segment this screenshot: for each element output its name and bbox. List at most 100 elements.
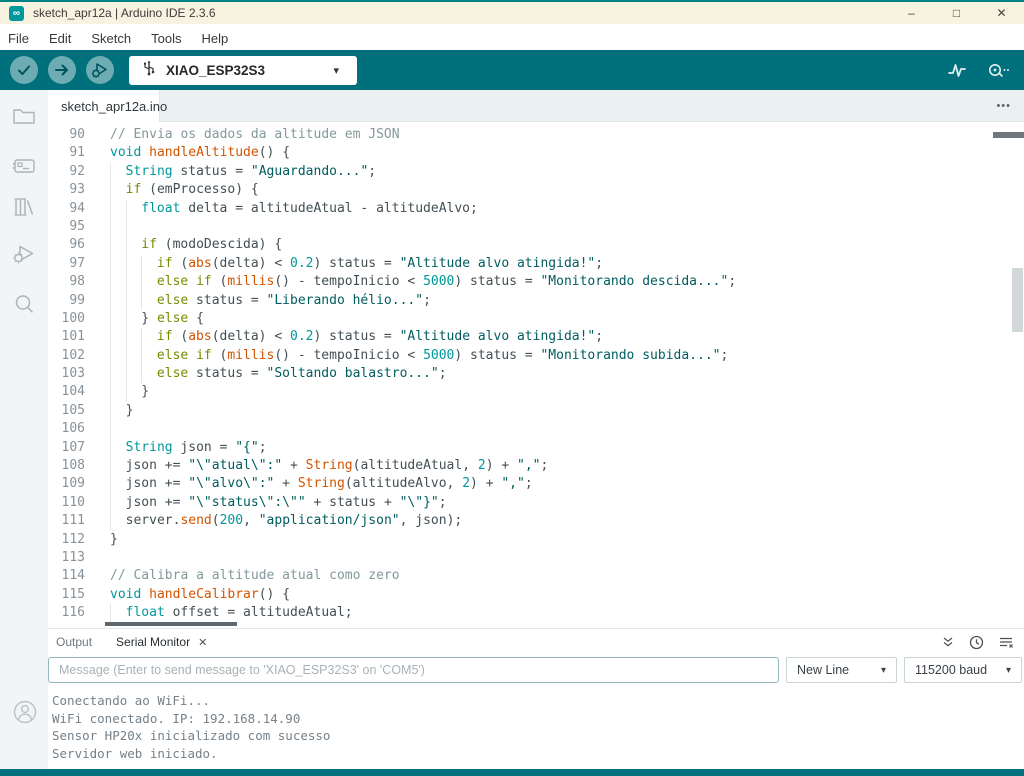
board-name: XIAO_ESP32S3	[166, 63, 265, 78]
code-text: if (emProcesso) {	[102, 181, 259, 199]
account-icon[interactable]	[11, 698, 37, 724]
close-button[interactable]: ✕	[979, 2, 1024, 24]
line-number: 106	[48, 420, 102, 438]
verify-button[interactable]	[10, 56, 38, 84]
code-text: }	[102, 383, 149, 401]
menu-sketch[interactable]: Sketch	[89, 29, 141, 48]
boards-manager-icon[interactable]	[11, 153, 37, 179]
tab-label: sketch_apr12a.ino	[61, 99, 167, 114]
more-actions-icon[interactable]: •••	[996, 90, 1011, 122]
code-line[interactable]: 96if (modoDescida) {	[48, 236, 1024, 254]
serial-output[interactable]: Conectando ao WiFi...WiFi conectado. IP:…	[48, 685, 1024, 762]
horizontal-scrollbar[interactable]	[105, 622, 237, 626]
code-line[interactable]: 101if (abs(delta) < 0.2) status = "Altit…	[48, 328, 1024, 346]
status-bar	[0, 769, 1024, 776]
serial-output-line: Servidor web iniciado.	[52, 745, 1024, 763]
indent-guide	[110, 402, 126, 420]
code-line[interactable]: 104}	[48, 383, 1024, 401]
overview-ruler-marker	[993, 132, 1024, 138]
clear-output-icon[interactable]	[998, 635, 1014, 649]
code-text: String status = "Aguardando...";	[102, 163, 376, 181]
code-line[interactable]: 110json += "\"status\":\"" + status + "\…	[48, 494, 1024, 512]
vertical-scrollbar[interactable]	[1012, 268, 1023, 332]
code-line[interactable]: 103else status = "Soltando balastro...";	[48, 365, 1024, 383]
board-selector[interactable]: XIAO_ESP32S3 ▾	[129, 56, 357, 85]
indent-guide	[141, 328, 157, 346]
code-text: // Calibra a altitude atual como zero	[102, 567, 400, 585]
code-line[interactable]: 97if (abs(delta) < 0.2) status = "Altitu…	[48, 255, 1024, 273]
menu-file[interactable]: File	[6, 29, 39, 48]
line-number: 92	[48, 163, 102, 181]
code-line[interactable]: 102else if (millis() - tempoInicio < 500…	[48, 347, 1024, 365]
code-text: json += "\"atual\":" + String(altitudeAt…	[102, 457, 548, 475]
menu-edit[interactable]: Edit	[47, 29, 81, 48]
search-icon[interactable]	[11, 291, 37, 317]
sketchbook-folder-icon[interactable]	[11, 103, 37, 129]
arduino-logo-icon: ∞	[9, 6, 24, 21]
line-number: 103	[48, 365, 102, 383]
close-serial-tab-icon[interactable]: ✕	[198, 636, 207, 649]
code-line[interactable]: 114// Calibra a altitude atual como zero	[48, 567, 1024, 585]
code-line[interactable]: 106	[48, 420, 1024, 438]
code-text: float delta = altitudeAtual - altitudeAl…	[102, 200, 478, 218]
code-line[interactable]: 94float delta = altitudeAtual - altitude…	[48, 200, 1024, 218]
maximize-button[interactable]: □	[934, 2, 979, 24]
code-text: } else {	[102, 310, 204, 328]
indent-guide	[110, 200, 126, 218]
menu-tools[interactable]: Tools	[149, 29, 191, 48]
indent-guide	[110, 328, 126, 346]
line-number: 104	[48, 383, 102, 401]
code-line[interactable]: 111server.send(200, "application/json", …	[48, 512, 1024, 530]
debug-sidebar-icon[interactable]	[11, 241, 37, 267]
indent-guide	[126, 200, 142, 218]
chevron-down-icon: ▾	[333, 64, 339, 77]
line-ending-select[interactable]: New Line ▾	[786, 657, 897, 683]
code-line[interactable]: 99else status = "Liberando hélio...";	[48, 292, 1024, 310]
tab-output[interactable]: Output	[56, 635, 92, 649]
code-line[interactable]: 93if (emProcesso) {	[48, 181, 1024, 199]
main-area: sketch_apr12a.ino ••• 90// Envia os dado…	[48, 90, 1024, 769]
indent-guide	[141, 273, 157, 291]
indent-guide	[110, 439, 126, 457]
serial-monitor-button[interactable]	[986, 60, 1010, 80]
tab-sketch-ino[interactable]: sketch_apr12a.ino	[48, 90, 160, 122]
code-line[interactable]: 105}	[48, 402, 1024, 420]
line-number: 113	[48, 549, 102, 567]
indent-guide	[126, 236, 142, 254]
minimize-button[interactable]: –	[889, 2, 934, 24]
serial-message-input[interactable]	[48, 657, 779, 683]
serial-plotter-button[interactable]	[946, 60, 968, 80]
debug-button[interactable]	[86, 56, 114, 84]
code-line[interactable]: 90// Envia os dados da altitude em JSON	[48, 126, 1024, 144]
indent-guide	[110, 604, 126, 622]
code-line[interactable]: 98else if (millis() - tempoInicio < 5000…	[48, 273, 1024, 291]
code-line[interactable]: 91void handleAltitude() {	[48, 144, 1024, 162]
code-line[interactable]: 116float offset = altitudeAtual;	[48, 604, 1024, 622]
collapse-panel-icon[interactable]	[941, 635, 955, 649]
code-line[interactable]: 107String json = "{";	[48, 439, 1024, 457]
line-number: 95	[48, 218, 102, 236]
code-line[interactable]: 113	[48, 549, 1024, 567]
timestamp-icon[interactable]	[969, 635, 984, 650]
code-line[interactable]: 95	[48, 218, 1024, 236]
upload-button[interactable]	[48, 56, 76, 84]
indent-guide	[110, 457, 126, 475]
library-manager-icon[interactable]	[11, 194, 37, 220]
code-line[interactable]: 112}	[48, 531, 1024, 549]
indent-guide	[141, 347, 157, 365]
code-editor[interactable]: 90// Envia os dados da altitude em JSON9…	[48, 122, 1024, 628]
code-text: if (modoDescida) {	[102, 236, 282, 254]
tab-serial-monitor[interactable]: Serial Monitor ✕	[116, 635, 207, 649]
baud-rate-select[interactable]: 115200 baud ▾	[904, 657, 1022, 683]
code-line[interactable]: 109json += "\"alvo\":" + String(altitude…	[48, 475, 1024, 493]
code-line[interactable]: 100} else {	[48, 310, 1024, 328]
indent-guide	[126, 328, 142, 346]
menu-help[interactable]: Help	[199, 29, 238, 48]
code-line[interactable]: 92String status = "Aguardando...";	[48, 163, 1024, 181]
code-text: else status = "Liberando hélio...";	[102, 292, 431, 310]
line-number: 111	[48, 512, 102, 530]
indent-guide	[141, 255, 157, 273]
line-number: 116	[48, 604, 102, 622]
code-line[interactable]: 108json += "\"atual\":" + String(altitud…	[48, 457, 1024, 475]
code-line[interactable]: 115void handleCalibrar() {	[48, 586, 1024, 604]
